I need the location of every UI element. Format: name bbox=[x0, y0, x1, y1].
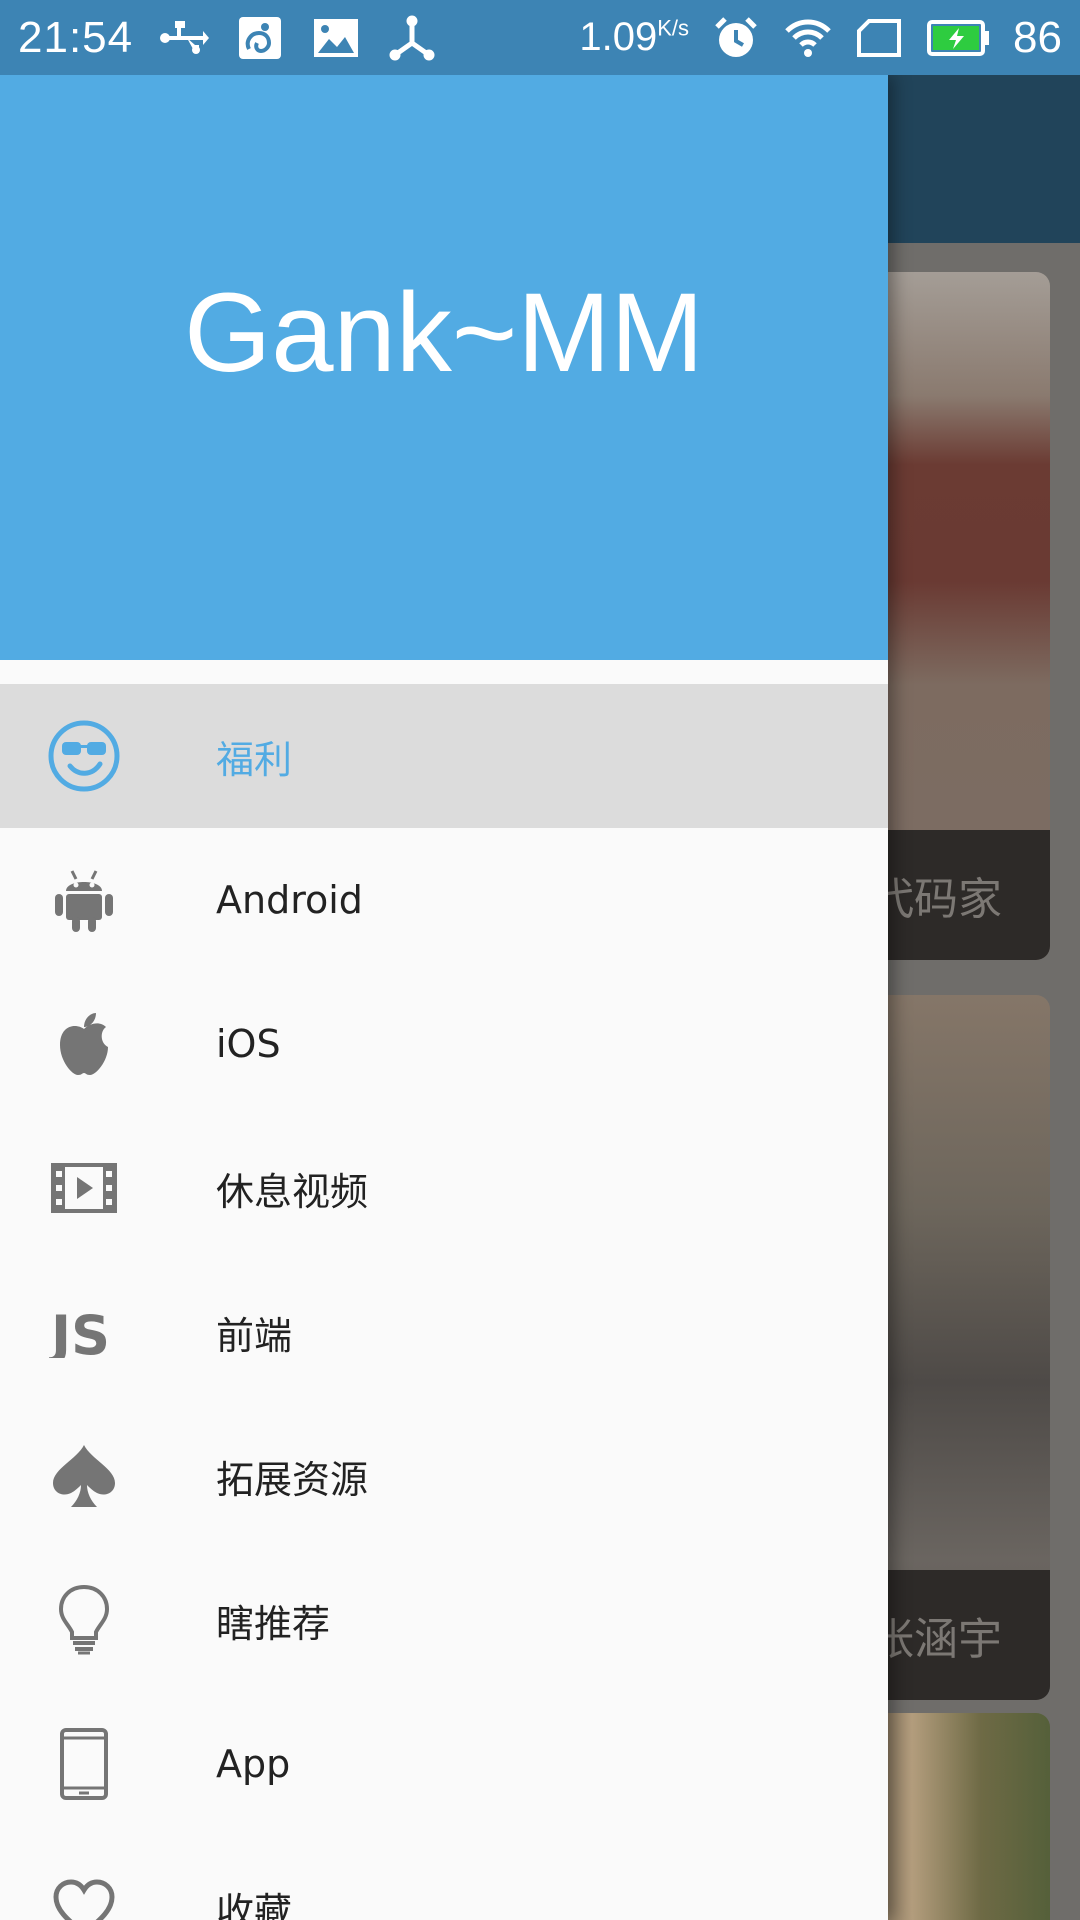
drawer-title: Gank~MM bbox=[184, 270, 704, 395]
phone-icon bbox=[44, 1724, 124, 1804]
battery-charging-icon bbox=[927, 18, 991, 58]
usb-icon bbox=[159, 15, 210, 61]
menu-item-frontend[interactable]: JS 前端 bbox=[0, 1260, 888, 1404]
menu-item-label: 休息视频 bbox=[216, 1169, 369, 1214]
navigation-drawer: Gank~MM 福利 Android iOS 休息视频 JS 前端 拓展资源 瞎… bbox=[0, 75, 888, 1920]
uc-browser-icon bbox=[235, 15, 285, 61]
alarm-icon bbox=[711, 15, 761, 61]
smiley-sunglasses-icon bbox=[44, 716, 124, 796]
network-speed: 1.09K/s bbox=[579, 15, 690, 59]
drawer-header: Gank~MM bbox=[0, 75, 888, 660]
status-time: 21:54 bbox=[18, 12, 134, 62]
menu-item-label: App bbox=[216, 1742, 291, 1786]
menu-item-app[interactable]: App bbox=[0, 1692, 888, 1836]
menu-item-resources[interactable]: 拓展资源 bbox=[0, 1404, 888, 1548]
status-bar: 21:54 1.09K/s 86 bbox=[0, 0, 1080, 75]
menu-item-favorites[interactable]: 收藏 bbox=[0, 1836, 888, 1920]
gallery-icon bbox=[311, 15, 361, 61]
drawer-menu: 福利 Android iOS 休息视频 JS 前端 拓展资源 瞎推荐 App 收… bbox=[0, 684, 888, 1920]
android-icon bbox=[44, 860, 124, 940]
menu-item-label: 瞎推荐 bbox=[216, 1601, 331, 1646]
film-icon bbox=[44, 1148, 124, 1228]
sim-icon bbox=[855, 15, 905, 61]
share-hub-icon bbox=[387, 15, 437, 61]
menu-item-fuli[interactable]: 福利 bbox=[0, 684, 888, 828]
menu-item-label: 福利 bbox=[216, 737, 293, 782]
menu-item-label: 拓展资源 bbox=[216, 1457, 369, 1502]
heart-icon bbox=[44, 1868, 124, 1920]
menu-item-label: Android bbox=[216, 878, 363, 922]
menu-item-label: 收藏 bbox=[216, 1889, 293, 1920]
menu-item-android[interactable]: Android bbox=[0, 828, 888, 972]
spade-icon bbox=[44, 1436, 124, 1516]
wifi-icon bbox=[783, 15, 833, 61]
menu-item-label: iOS bbox=[216, 1022, 281, 1066]
menu-item-ios[interactable]: iOS bbox=[0, 972, 888, 1116]
svg-text:JS: JS bbox=[49, 1306, 110, 1358]
lightbulb-icon bbox=[44, 1580, 124, 1660]
apple-icon bbox=[44, 1004, 124, 1084]
menu-item-label: 前端 bbox=[216, 1313, 293, 1358]
battery-percent: 86 bbox=[1013, 12, 1062, 62]
menu-item-rest-video[interactable]: 休息视频 bbox=[0, 1116, 888, 1260]
js-icon: JS bbox=[44, 1292, 124, 1372]
menu-item-recommend[interactable]: 瞎推荐 bbox=[0, 1548, 888, 1692]
